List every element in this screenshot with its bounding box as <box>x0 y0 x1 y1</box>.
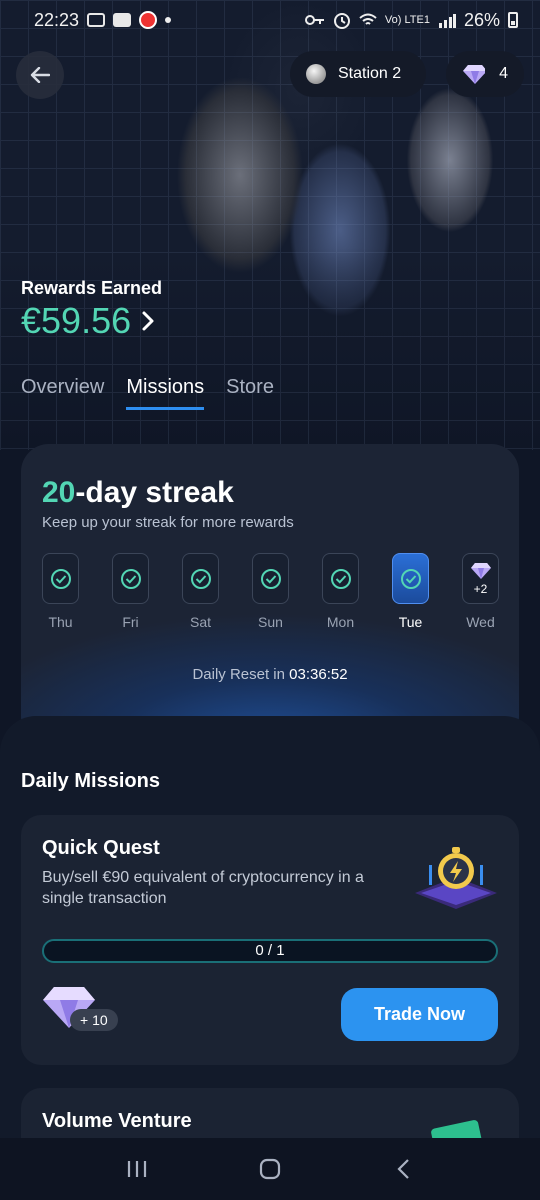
diamond-icon <box>470 562 491 579</box>
nav-back-button[interactable] <box>383 1149 423 1189</box>
tab-store[interactable]: Store <box>226 376 274 410</box>
wifi-icon <box>359 13 377 25</box>
day-status-box <box>252 553 289 604</box>
day-label: Fri <box>122 614 139 630</box>
app-notification-icon <box>139 11 158 29</box>
day-status-box <box>322 553 359 604</box>
mission-name: Volume Venture <box>42 1110 192 1132</box>
tab-overview[interactable]: Overview <box>21 376 104 410</box>
gallery-notification-icon <box>87 13 106 27</box>
mission-card: Quick Quest Buy/sell €90 equivalent of c… <box>21 815 519 1065</box>
more-notifications-dot-icon <box>165 17 172 23</box>
check-circle-icon <box>190 568 211 589</box>
station-selector[interactable]: Station 2 <box>290 51 426 97</box>
alarm-icon <box>333 13 350 29</box>
day-label: Sun <box>258 614 283 630</box>
day-status-box-today <box>392 553 429 604</box>
diamond-icon <box>463 65 486 84</box>
check-circle-icon <box>400 568 421 589</box>
day-status-box <box>42 553 79 604</box>
rewards-amount: €59.56 <box>21 300 132 341</box>
daily-missions-section: Daily Missions Quick Quest Buy/sell €90 … <box>0 716 540 1168</box>
mission-description: Buy/sell €90 equivalent of cryptocurrenc… <box>42 869 364 907</box>
chevron-right-icon <box>142 311 154 331</box>
streak-title-suffix: -day streak <box>75 476 234 509</box>
day-label: Sat <box>189 614 211 630</box>
check-circle-icon <box>260 568 281 589</box>
check-circle-icon <box>50 568 71 589</box>
back-chevron-icon <box>397 1159 410 1179</box>
day-label: Mon <box>326 614 355 630</box>
status-time: 22:23 <box>34 9 80 30</box>
daily-reset-timer: Daily Reset in 03:36:52 <box>21 666 519 683</box>
streak-day: Sun <box>252 553 289 630</box>
arrow-left-icon <box>30 67 50 83</box>
mission-reward: + 10 <box>42 985 122 1035</box>
streak-day: Sat <box>182 553 219 630</box>
network-type: Vo) LTE1 <box>384 13 430 26</box>
streak-day: Mon <box>322 553 359 630</box>
day-label: Thu <box>48 614 73 630</box>
signal-icon <box>438 14 456 28</box>
daily-reset-label: Daily Reset in <box>192 666 285 683</box>
station-planet-icon <box>306 64 326 84</box>
youtube-notification-icon <box>113 13 132 27</box>
check-circle-icon <box>120 568 141 589</box>
streak-day: Thu <box>42 553 79 630</box>
streak-day-today: Tue <box>392 553 429 630</box>
key-icon <box>304 15 324 25</box>
day-reward-amount: +2 <box>473 581 488 596</box>
back-button[interactable] <box>16 51 64 99</box>
streak-day-reward: +2 Wed <box>462 553 499 630</box>
mission-reward-amount: + 10 <box>70 1009 118 1031</box>
stopwatch-lightning-icon <box>415 847 497 909</box>
streak-subtitle: Keep up your streak for more rewards <box>42 514 294 531</box>
gem-count: 4 <box>499 65 508 82</box>
recent-apps-button[interactable] <box>117 1149 157 1189</box>
streak-days: Thu Fri Sat Sun Mon Tue +2 Wed <box>42 553 499 630</box>
station-label: Station 2 <box>338 65 402 82</box>
streak-title: 20-day streak <box>42 476 234 510</box>
battery-percent: 26% <box>463 9 500 30</box>
home-icon <box>259 1158 281 1180</box>
day-reward-box: +2 <box>462 553 499 604</box>
tab-bar: Overview Missions Store <box>21 376 274 410</box>
rewards-earned-title: Rewards Earned <box>21 278 163 298</box>
day-status-box <box>112 553 149 604</box>
daily-missions-title: Daily Missions <box>21 770 160 792</box>
tab-missions[interactable]: Missions <box>126 376 205 410</box>
home-button[interactable] <box>250 1149 290 1189</box>
battery-icon <box>508 12 518 28</box>
check-circle-icon <box>330 568 351 589</box>
mission-name: Quick Quest <box>42 837 160 859</box>
mission-progress-bar: 0 / 1 <box>42 939 498 963</box>
rewards-amount-link[interactable]: €59.56 <box>21 300 155 342</box>
recent-apps-icon <box>127 1161 146 1177</box>
gem-balance[interactable]: 4 <box>446 51 524 97</box>
daily-reset-time: 03:36:52 <box>289 666 348 683</box>
streak-card: 20-day streak Keep up your streak for mo… <box>21 444 519 744</box>
day-label: Wed <box>466 614 495 630</box>
trade-now-button[interactable]: Trade Now <box>341 988 498 1041</box>
day-label: Tue <box>398 614 423 630</box>
system-nav-bar <box>0 1138 540 1200</box>
streak-count: 20 <box>42 476 76 509</box>
streak-day: Fri <box>112 553 149 630</box>
day-status-box <box>182 553 219 604</box>
status-bar: 22:23 Vo) LTE1 26% <box>0 0 540 40</box>
